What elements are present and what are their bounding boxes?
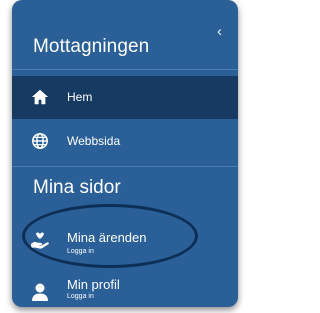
home-icon (31, 89, 49, 105)
sidebar-panel: Mottagningen ‹ Hem Webbsida Mina sidor M… (12, 0, 238, 307)
nav-item-label: Webbsida (67, 134, 121, 148)
nav-item-my-profile[interactable]: Min profil Logga in (12, 268, 238, 306)
person-icon (32, 283, 48, 301)
nav-item-label: Hem (67, 90, 93, 104)
section-title-my-pages: Mina sidor (33, 177, 121, 198)
globe-icon (31, 132, 49, 150)
nav-item-sublabel: Logga in (67, 248, 94, 255)
sidebar-title: Mottagningen (33, 36, 150, 57)
nav-item-website[interactable]: Webbsida (12, 120, 238, 163)
nav-item-sublabel: Logga in (67, 293, 94, 300)
nav-item-home[interactable]: Hem (12, 76, 238, 119)
collapse-chevron-icon[interactable]: ‹ (217, 24, 222, 39)
nav-item-label: Min profil (67, 277, 120, 292)
divider (12, 166, 238, 167)
divider (12, 69, 238, 70)
nav-item-label: Mina ärenden (67, 230, 147, 245)
care-hand-icon (31, 232, 49, 249)
nav-item-my-cases[interactable]: Mina ärenden Logga in (12, 220, 238, 258)
